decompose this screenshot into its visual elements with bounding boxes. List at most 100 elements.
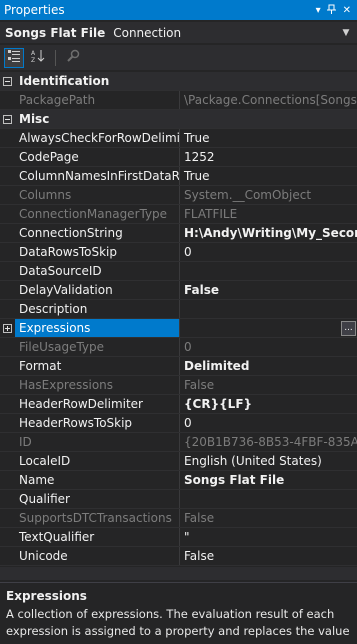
property-value[interactable]: ...: [180, 319, 357, 337]
object-selector[interactable]: Songs Flat File Connection ▼: [0, 22, 357, 43]
property-value[interactable]: Delimited: [180, 357, 357, 375]
property-name[interactable]: PackagePath: [15, 91, 180, 109]
property-row[interactable]: PackagePath \Package.Connections[Songs Fl…: [0, 91, 357, 110]
property-name[interactable]: SupportsDTCTransactions: [15, 509, 180, 527]
property-grid: Identification PackagePath \Package.Conne…: [0, 72, 357, 566]
property-value-text: False: [184, 283, 219, 297]
property-value-text: {20B1B736-8B53-4FBF-835A-4A2I: [184, 435, 357, 449]
property-name[interactable]: FileUsageType: [15, 338, 180, 356]
property-name[interactable]: Description: [15, 300, 180, 318]
property-name[interactable]: TextQualifier: [15, 528, 180, 546]
property-value[interactable]: False: [180, 547, 357, 565]
property-row[interactable]: Columns System.__ComObject: [0, 186, 357, 205]
chevron-down-icon[interactable]: ▼: [339, 28, 353, 38]
property-row[interactable]: HasExpressions False: [0, 376, 357, 395]
property-value[interactable]: 0: [180, 243, 357, 261]
row-gutter: [0, 433, 15, 451]
property-row[interactable]: DataSourceID: [0, 262, 357, 281]
property-name[interactable]: HeaderRowDelimiter: [15, 395, 180, 413]
property-row[interactable]: HeaderRowDelimiter {CR}{LF}: [0, 395, 357, 414]
property-value[interactable]: True: [180, 129, 357, 147]
property-name[interactable]: LocaleID: [15, 452, 180, 470]
property-name[interactable]: CodePage: [15, 148, 180, 166]
property-name[interactable]: DataRowsToSkip: [15, 243, 180, 261]
property-value[interactable]: [180, 490, 357, 508]
property-row[interactable]: TextQualifier ": [0, 528, 357, 547]
description-title: Expressions: [6, 589, 87, 603]
property-row[interactable]: DelayValidation False: [0, 281, 357, 300]
property-row[interactable]: FileUsageType 0: [0, 338, 357, 357]
dropdown-icon[interactable]: ▾: [316, 5, 321, 16]
property-value[interactable]: 1252: [180, 148, 357, 166]
collapse-icon[interactable]: [3, 114, 12, 124]
property-value-text: 1252: [184, 150, 215, 164]
property-row[interactable]: Qualifier: [0, 490, 357, 509]
row-gutter: [0, 205, 15, 223]
category-identification[interactable]: Identification: [0, 72, 357, 91]
property-row[interactable]: ID {20B1B736-8B53-4FBF-835A-4A2I: [0, 433, 357, 452]
property-value[interactable]: [180, 300, 357, 318]
property-name[interactable]: ColumnNamesInFirstDataRow: [15, 167, 180, 185]
property-name[interactable]: ConnectionManagerType: [15, 205, 180, 223]
pin-icon[interactable]: [326, 4, 337, 17]
row-gutter: [0, 376, 15, 394]
property-value-text: 0: [184, 416, 192, 430]
property-row[interactable]: Description: [0, 300, 357, 319]
property-name[interactable]: HeaderRowsToSkip: [15, 414, 180, 432]
property-value[interactable]: ": [180, 528, 357, 546]
property-value[interactable]: True: [180, 167, 357, 185]
property-value[interactable]: Songs Flat File: [180, 471, 357, 489]
property-name[interactable]: Unicode: [15, 547, 180, 565]
property-name[interactable]: ID: [15, 433, 180, 451]
property-pages-button[interactable]: [63, 48, 83, 68]
property-row[interactable]: Name Songs Flat File: [0, 471, 357, 490]
property-name[interactable]: AlwaysCheckForRowDelimiters: [15, 129, 180, 147]
row-gutter: [0, 243, 15, 261]
property-row[interactable]: CodePage 1252: [0, 148, 357, 167]
property-name[interactable]: Qualifier: [15, 490, 180, 508]
property-row[interactable]: ColumnNamesInFirstDataRow True: [0, 167, 357, 186]
property-row[interactable]: ConnectionManagerType FLATFILE: [0, 205, 357, 224]
property-name[interactable]: HasExpressions: [15, 376, 180, 394]
collapse-icon[interactable]: [3, 76, 12, 86]
property-row[interactable]: AlwaysCheckForRowDelimiters True: [0, 129, 357, 148]
property-value-text: FLATFILE: [184, 207, 238, 221]
property-name[interactable]: Name: [15, 471, 180, 489]
row-gutter: [0, 262, 15, 280]
object-type: Connection: [113, 25, 182, 40]
property-row[interactable]: ConnectionString H:\Andy\Writing\My_Secon…: [0, 224, 357, 243]
alphabetical-button[interactable]: A Z: [28, 48, 48, 68]
property-value-text: H:\Andy\Writing\My_Second_S: [184, 226, 357, 240]
description-splitter[interactable]: [0, 567, 357, 580]
property-row[interactable]: Unicode False: [0, 547, 357, 566]
expand-icon[interactable]: [3, 323, 12, 333]
property-value[interactable]: 0: [180, 414, 357, 432]
property-name[interactable]: DelayValidation: [15, 281, 180, 299]
property-value[interactable]: English (United States): [180, 452, 357, 470]
property-name[interactable]: Columns: [15, 186, 180, 204]
close-icon[interactable]: ✕: [343, 5, 351, 16]
property-value-text: False: [184, 549, 215, 563]
property-value[interactable]: [180, 262, 357, 280]
property-value[interactable]: H:\Andy\Writing\My_Second_S: [180, 224, 357, 242]
property-row[interactable]: SupportsDTCTransactions False: [0, 509, 357, 528]
property-value[interactable]: False: [180, 281, 357, 299]
property-value-text: {CR}{LF}: [184, 397, 253, 411]
row-gutter: [0, 91, 15, 109]
property-row[interactable]: LocaleID English (United States): [0, 452, 357, 471]
property-name[interactable]: DataSourceID: [15, 262, 180, 280]
category-misc[interactable]: Misc: [0, 110, 357, 129]
row-gutter: [0, 452, 15, 470]
property-row[interactable]: Expressions...: [0, 319, 357, 338]
property-row[interactable]: Format Delimited: [0, 357, 357, 376]
row-gutter: [0, 338, 15, 356]
categorized-button[interactable]: [4, 47, 24, 68]
ellipsis-button[interactable]: ...: [341, 320, 356, 336]
property-value-text: ": [184, 530, 190, 544]
property-row[interactable]: DataRowsToSkip 0: [0, 243, 357, 262]
property-name[interactable]: Expressions: [15, 319, 180, 337]
property-row[interactable]: HeaderRowsToSkip 0: [0, 414, 357, 433]
property-value[interactable]: {CR}{LF}: [180, 395, 357, 413]
property-name[interactable]: ConnectionString: [15, 224, 180, 242]
property-name[interactable]: Format: [15, 357, 180, 375]
